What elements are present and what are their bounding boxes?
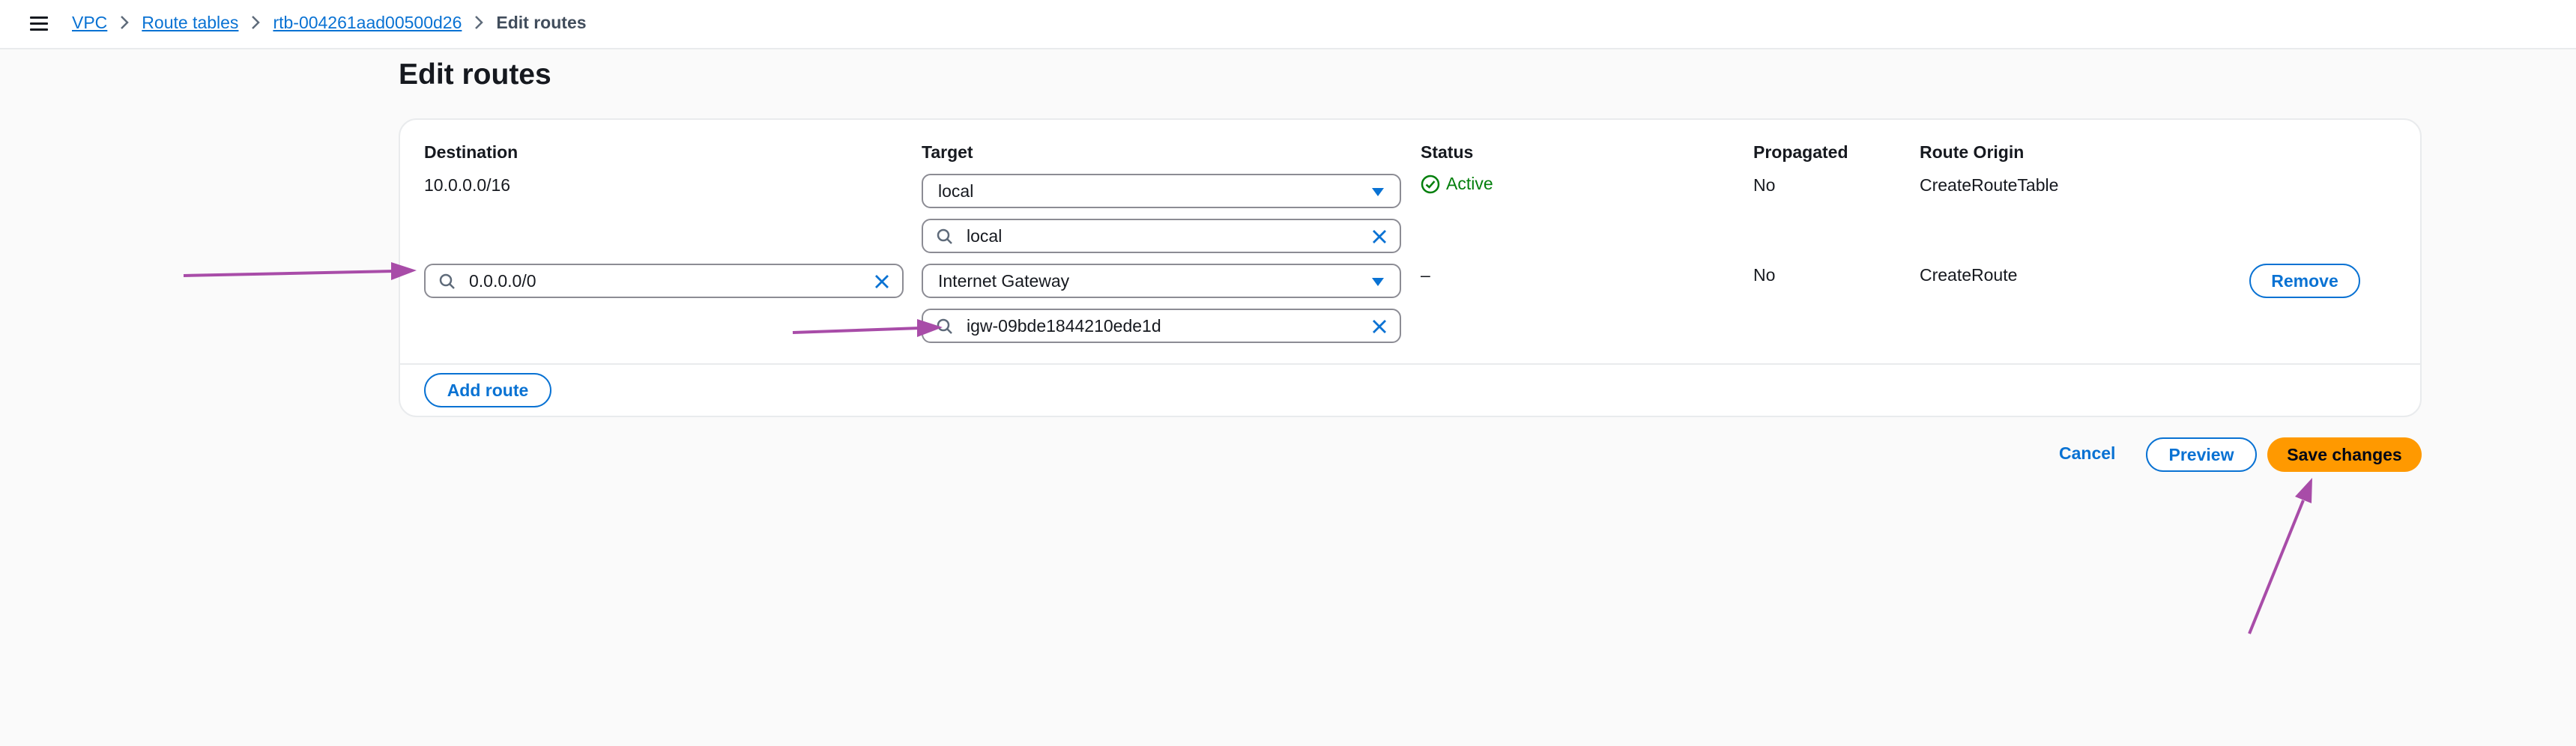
header-route-origin: Route Origin — [1920, 142, 2025, 162]
caret-down-icon — [1372, 278, 1384, 286]
chevron-right-icon — [250, 15, 261, 30]
route-1-status-label: Active — [1446, 174, 1493, 193]
annotation-arrow-save — [2248, 478, 2312, 634]
header-status: Status — [1421, 142, 1474, 162]
breadcrumb-vpc[interactable]: VPC — [72, 13, 107, 33]
caret-down-icon — [1372, 188, 1384, 196]
route-2-status: – — [1421, 265, 1430, 285]
breadcrumb-route-tables[interactable]: Route tables — [142, 13, 238, 33]
route-1-destination: 10.0.0.0/16 — [424, 175, 511, 195]
route-2-propagated: No — [1753, 265, 1776, 285]
close-icon[interactable] — [1371, 228, 1388, 245]
close-icon[interactable] — [1371, 318, 1388, 335]
menu-icon[interactable] — [28, 13, 49, 34]
route-1-status: Active — [1421, 174, 1493, 194]
header-target: Target — [922, 142, 973, 162]
annotation-arrow-destination — [183, 262, 417, 280]
divider — [400, 363, 2420, 365]
route-2-route-origin: CreateRoute — [1920, 265, 2018, 285]
preview-button[interactable]: Preview — [2146, 437, 2257, 472]
route-2-target-search[interactable]: igw-09bde1844210ede1d — [922, 309, 1401, 343]
chevron-right-icon — [474, 15, 484, 30]
close-icon[interactable] — [874, 273, 890, 290]
breadcrumb-current: Edit routes — [496, 12, 587, 32]
route-1-target-value: local — [967, 225, 1003, 246]
save-changes-button[interactable]: Save changes — [2267, 437, 2422, 472]
route-1-route-origin: CreateRouteTable — [1920, 175, 2059, 195]
search-icon — [439, 273, 455, 289]
search-icon — [937, 228, 952, 244]
chevron-right-icon — [119, 15, 130, 30]
header-destination: Destination — [424, 142, 518, 162]
route-1-propagated: No — [1753, 175, 1776, 195]
breadcrumb-route-table-id[interactable]: rtb-004261aad00500d26 — [273, 13, 462, 33]
route-2-destination-input[interactable]: 0.0.0.0/0 — [424, 264, 904, 298]
route-2-target-type-value: Internet Gateway — [938, 270, 1070, 291]
header-propagated: Propagated — [1753, 142, 1848, 162]
route-2-target-value: igw-09bde1844210ede1d — [967, 315, 1161, 336]
search-icon — [937, 318, 952, 334]
remove-route-button[interactable]: Remove — [2249, 264, 2360, 298]
route-1-target-search[interactable]: local — [922, 219, 1401, 253]
add-route-button[interactable]: Add route — [424, 373, 551, 407]
top-bar: VPC Route tables rtb-004261aad00500d26 E… — [0, 0, 2576, 49]
route-2-target-type-select[interactable]: Internet Gateway — [922, 264, 1401, 298]
check-circle-icon — [1421, 175, 1440, 193]
route-1-target-type-select[interactable]: local — [922, 174, 1401, 208]
routes-container: Destination Target Status Propagated Rou… — [399, 118, 2422, 417]
page-title: Edit routes — [399, 58, 551, 91]
breadcrumb: VPC Route tables rtb-004261aad00500d26 E… — [72, 0, 587, 45]
route-1-target-type-value: local — [938, 181, 974, 201]
cancel-button[interactable]: Cancel — [2059, 443, 2115, 464]
route-2-destination-value: 0.0.0.0/0 — [469, 270, 536, 291]
